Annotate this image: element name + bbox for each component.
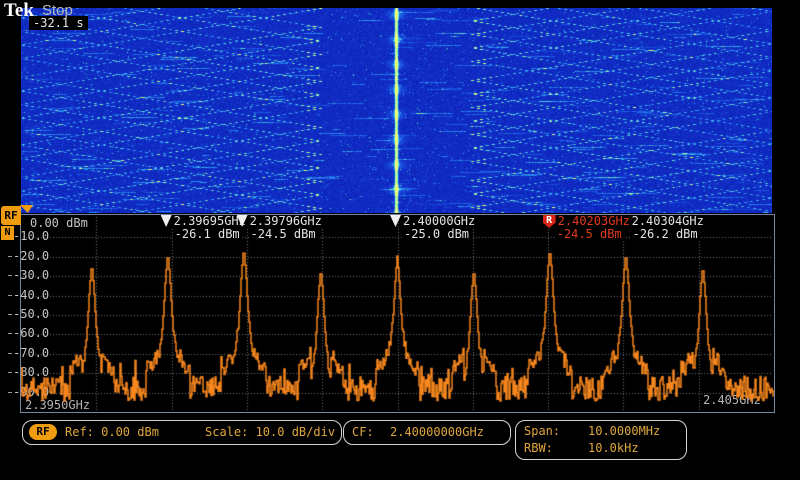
tek-logo: Tek xyxy=(4,0,34,22)
rbw-label: RBW: xyxy=(524,441,553,455)
spectrum-plot xyxy=(20,214,775,413)
rf-channel-tab[interactable]: RF xyxy=(1,206,21,225)
oscilloscope-screen: Tek Stop -32.1 s RF N 0.00 dBm -10.0-20.… xyxy=(0,0,800,480)
auto-marker: 2.40000GHz-25.0 dBm xyxy=(390,215,477,241)
ref-level-readout: Ref: 0.00 dBm xyxy=(65,425,159,439)
y-axis-tick xyxy=(8,256,12,257)
auto-marker: 2.39796GHz-24.5 dBm xyxy=(237,215,324,241)
span-rbw-readout-box[interactable]: Span: 10.0000MHz RBW: 10.0kHz xyxy=(515,420,687,460)
acquisition-status[interactable]: Stop xyxy=(42,2,73,19)
auto-marker: 2.39695GHz-26.1 dBm xyxy=(161,215,248,241)
span-label: Span: xyxy=(524,424,560,438)
marker-triangle-icon xyxy=(390,215,401,227)
marker-triangle-icon xyxy=(237,215,248,227)
rbw-value: 10.0kHz xyxy=(588,441,639,455)
y-axis-tick xyxy=(8,275,12,276)
reference-marker-icon: R xyxy=(543,215,556,228)
reference-marker: R2.40203GHz-24.5 dBm xyxy=(543,215,632,241)
scale-readout: Scale: 10.0 dB/div xyxy=(205,425,335,439)
marker-amplitude-readout: -24.5 dBm xyxy=(555,228,624,241)
rf-normal-trace-badge: N xyxy=(1,226,14,240)
rf-badge: RF xyxy=(29,424,57,440)
cf-label: CF: xyxy=(352,425,374,439)
cf-value: 2.40000000GHz xyxy=(390,425,484,439)
y-axis-tick xyxy=(8,353,12,354)
center-frequency-readout-box[interactable]: CF: 2.40000000GHz xyxy=(343,420,511,445)
marker-amplitude-readout: -26.1 dBm xyxy=(173,228,242,241)
rf-ref-scale-readout-box[interactable]: RF Ref: 0.00 dBm Scale: 10.0 dB/div xyxy=(22,420,342,445)
marker-amplitude-readout: -24.5 dBm xyxy=(249,228,318,241)
y-axis-tick xyxy=(8,392,12,393)
marker-triangle-icon xyxy=(161,215,172,227)
y-axis-tick xyxy=(8,295,12,296)
y-axis-tick xyxy=(8,333,12,334)
y-axis-tick xyxy=(8,372,12,373)
span-value: 10.0000MHz xyxy=(588,424,660,438)
y-axis-tick xyxy=(8,314,12,315)
marker-amplitude-readout: -25.0 dBm xyxy=(402,228,471,241)
marker-amplitude-readout: -26.2 dBm xyxy=(631,228,700,241)
spectrogram-waterfall xyxy=(21,8,772,213)
